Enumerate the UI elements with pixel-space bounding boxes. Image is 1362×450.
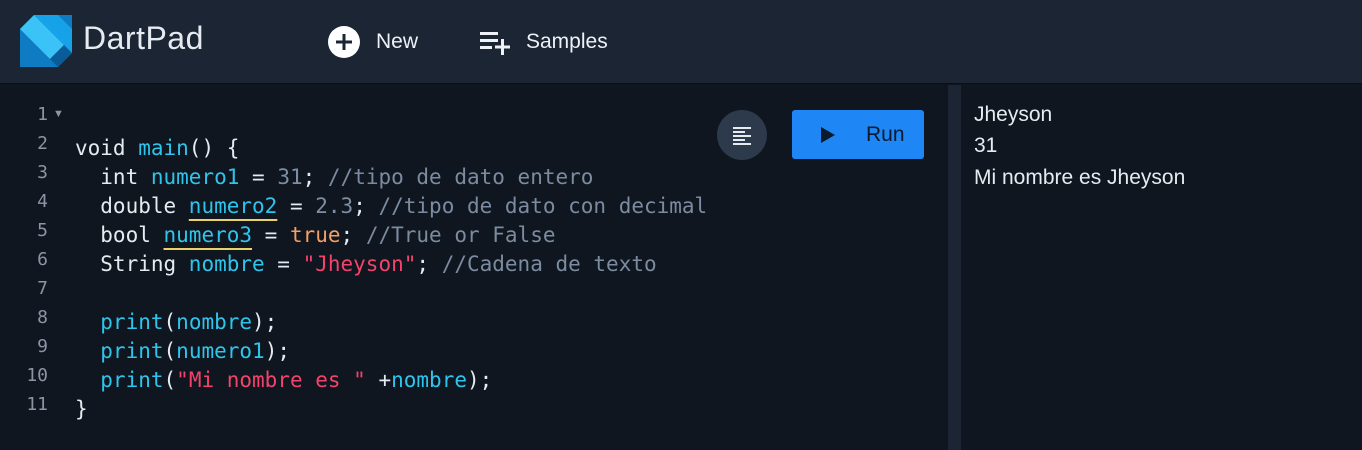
format-button[interactable] [717, 110, 767, 160]
play-icon [821, 126, 835, 143]
code-token: true [289, 223, 341, 247]
code-token: ); [264, 339, 290, 363]
code-comment: //True or False [365, 223, 556, 247]
new-button-label: New [376, 30, 419, 53]
code-token: 31 [277, 165, 303, 189]
code-token: ( [163, 310, 177, 334]
output-line: 31 [974, 134, 998, 157]
code-token: void [75, 136, 139, 160]
code-line-3[interactable]: double numero2 = 2.3; //tipo de dato con… [0, 163, 707, 218]
code-token: nombre [391, 368, 467, 392]
code-token: "Jheyson" [302, 252, 417, 276]
code-token: ; [340, 223, 366, 247]
code-token: } [75, 397, 88, 421]
console-output [961, 85, 1362, 450]
run-button-label: Run [866, 122, 905, 146]
code-token: int [75, 165, 151, 189]
samples-button-label: Samples [526, 30, 608, 53]
code-token: numero1 [150, 165, 240, 189]
code-token: ); [466, 368, 493, 392]
code-token: = [264, 252, 303, 276]
code-token: print [75, 310, 164, 334]
code-token: + [365, 368, 392, 392]
code-line-9[interactable]: print("Mi nombre es " +nombre); [0, 337, 492, 392]
code-token: = [252, 223, 290, 247]
code-token-warning[interactable]: numero3 [164, 223, 253, 247]
code-token: print [75, 368, 164, 392]
output-line: Jheyson [974, 103, 1053, 126]
code-token: ; [302, 165, 328, 189]
code-token: print [75, 339, 164, 363]
code-line-2[interactable]: int numero1 = 31; //tipo de dato entero [0, 134, 593, 189]
code-token: nombre [188, 252, 265, 276]
new-button[interactable]: New [328, 24, 418, 60]
code-token: bool [75, 223, 164, 247]
code-line-1[interactable]: void main() { [0, 105, 239, 160]
code-comment: //Cadena de texto [441, 252, 657, 276]
code-token: ; [416, 252, 442, 276]
code-token: ( [163, 339, 177, 363]
code-token: ( [163, 368, 177, 392]
code-token: main [138, 136, 189, 160]
fold-arrow-icon[interactable]: ▼ [53, 108, 64, 120]
code-token: ; [353, 194, 379, 218]
code-token-warning[interactable]: numero2 [189, 194, 278, 218]
code-token: = [239, 165, 278, 189]
samples-button[interactable]: Samples [478, 24, 608, 60]
playlist-add-icon [480, 32, 510, 55]
app-title: DartPad [83, 20, 204, 56]
code-token: nombre [176, 310, 253, 334]
code-line-4[interactable]: bool numero3 = true; //True or False [0, 192, 555, 247]
panel-divider[interactable] [948, 85, 961, 450]
app-header: DartPad New Samples [0, 0, 1362, 84]
code-comment: //tipo de dato con decimal [378, 194, 708, 218]
run-button[interactable]: Run [792, 110, 924, 159]
code-token: () { [188, 136, 240, 160]
dart-logo-icon [20, 15, 72, 67]
code-line-8[interactable]: print(numero1); [0, 308, 290, 363]
code-token: double [75, 194, 189, 218]
code-token: String [75, 252, 189, 276]
code-token: numero1 [176, 339, 265, 363]
code-token: "Mi nombre es " [176, 368, 366, 392]
code-line-5[interactable]: String nombre = "Jheyson"; //Cadena de t… [0, 221, 656, 276]
code-token: = [277, 194, 316, 218]
code-line-10[interactable]: } [0, 366, 88, 421]
add-circle-icon [328, 26, 360, 58]
code-line-7[interactable]: print(nombre); [0, 279, 277, 334]
code-comment: //tipo de dato entero [327, 165, 594, 189]
code-token: 2.3 [315, 194, 354, 218]
output-line: Mi nombre es Jheyson [974, 166, 1186, 189]
code-token: ); [252, 310, 278, 334]
format-align-icon [733, 127, 751, 145]
